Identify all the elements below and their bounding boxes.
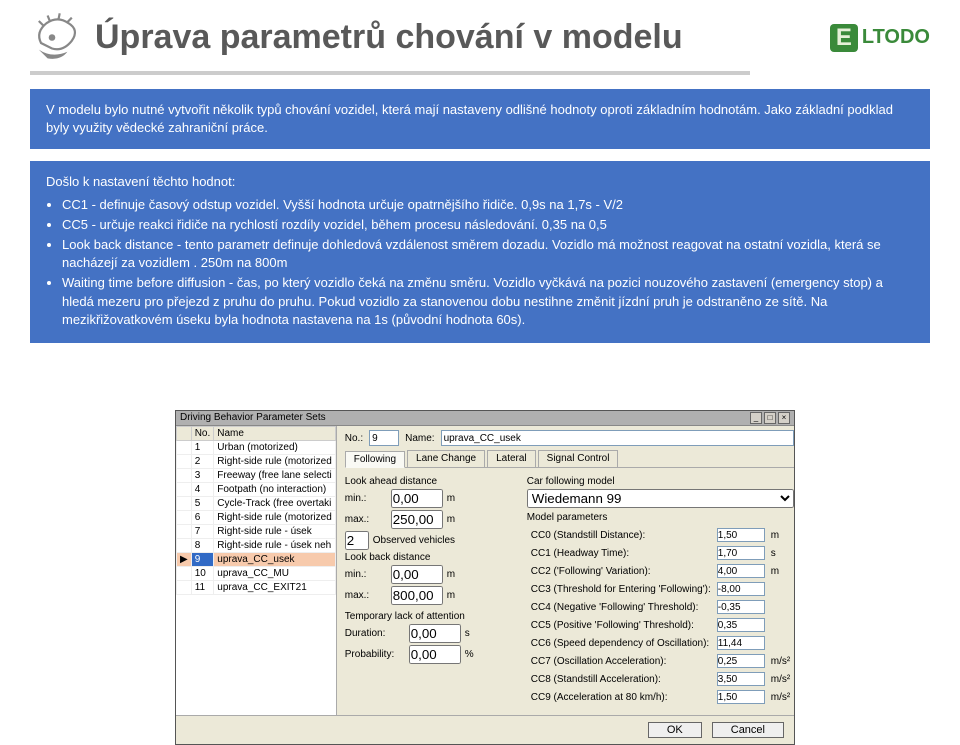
tab-signal-control[interactable]: Signal Control	[538, 450, 619, 467]
col-name[interactable]: Name	[214, 427, 336, 441]
table-row[interactable]: 6Right-side rule (motorized	[177, 511, 336, 525]
table-row[interactable]: 7Right-side rule - úsek	[177, 525, 336, 539]
mp-label: Model parameters	[527, 512, 794, 523]
name-label: Name:	[405, 433, 434, 444]
settings-item: CC1 - definuje časový odstup vozidel. Vy…	[62, 196, 914, 214]
settings-heading: Došlo k nastavení těchto hodnot:	[46, 173, 914, 191]
behavior-list[interactable]: No. Name 1Urban (motorized)2Right-side r…	[176, 426, 337, 715]
param-row: CC9 (Acceleration at 80 km/h):m/s²	[529, 689, 792, 705]
lion-logo	[30, 10, 85, 65]
table-row[interactable]: 10uprava_CC_MU	[177, 567, 336, 581]
param-input[interactable]	[717, 672, 765, 686]
dialog-title-text: Driving Behavior Parameter Sets	[180, 412, 326, 424]
settings-item: Look back distance - tento parametr defi…	[62, 236, 914, 272]
param-row: CC3 (Threshold for Entering 'Following')…	[529, 581, 792, 597]
cancel-button[interactable]: Cancel	[712, 722, 784, 738]
table-row[interactable]: ▶9uprava_CC_usek	[177, 553, 336, 567]
settings-item: Waiting time before diffusion - čas, po …	[62, 274, 914, 329]
lb-min-input[interactable]	[391, 565, 443, 584]
tab-lateral[interactable]: Lateral	[487, 450, 536, 467]
look-ahead-label: Look ahead distance	[345, 476, 515, 487]
behavior-list-body: 1Urban (motorized)2Right-side rule (moto…	[177, 441, 336, 595]
col-no[interactable]: No.	[191, 427, 214, 441]
look-back-label: Look back distance	[345, 552, 515, 563]
settings-box: Došlo k nastavení těchto hodnot: CC1 - d…	[30, 161, 930, 343]
param-input[interactable]	[717, 600, 765, 614]
no-label: No.:	[345, 433, 363, 444]
table-row[interactable]: 5Cycle-Track (free overtaki	[177, 497, 336, 511]
title-divider	[30, 71, 750, 75]
table-row[interactable]: 2Right-side rule (motorized	[177, 455, 336, 469]
param-input[interactable]	[717, 690, 765, 704]
param-row: CC0 (Standstill Distance):m	[529, 527, 792, 543]
company-logo: ELTODO	[830, 24, 930, 52]
la-min-input[interactable]	[391, 489, 443, 508]
minimize-button[interactable]: _	[750, 412, 762, 424]
maximize-button[interactable]: □	[764, 412, 776, 424]
duration-input[interactable]	[409, 624, 461, 643]
table-row[interactable]: 11uprava_CC_EXIT21	[177, 581, 336, 595]
param-input[interactable]	[717, 654, 765, 668]
page-title: Úprava parametrů chování v modelu	[95, 18, 683, 57]
no-input[interactable]	[369, 430, 399, 446]
tab-following[interactable]: Following	[345, 451, 405, 468]
dialog-titlebar[interactable]: Driving Behavior Parameter Sets _ □ ×	[176, 411, 794, 426]
cfm-label: Car following model	[527, 476, 794, 487]
param-row: CC8 (Standstill Acceleration):m/s²	[529, 671, 792, 687]
param-row: CC5 (Positive 'Following' Threshold):	[529, 617, 792, 633]
ok-button[interactable]: OK	[648, 722, 702, 738]
table-row[interactable]: 4Footpath (no interaction)	[177, 483, 336, 497]
tab-lane-change[interactable]: Lane Change	[407, 450, 485, 467]
param-row: CC4 (Negative 'Following' Threshold):	[529, 599, 792, 615]
la-max-input[interactable]	[391, 510, 443, 529]
param-row: CC6 (Speed dependency of Oscillation):	[529, 635, 792, 651]
cfm-select[interactable]: Wiedemann 99	[527, 489, 794, 508]
param-row: CC7 (Oscillation Acceleration):m/s²	[529, 653, 792, 669]
param-input[interactable]	[717, 528, 765, 542]
param-input[interactable]	[717, 582, 765, 596]
probability-input[interactable]	[409, 645, 461, 664]
table-row[interactable]: 3Freeway (free lane selecti	[177, 469, 336, 483]
tabs: Following Lane Change Lateral Signal Con…	[345, 450, 794, 468]
param-row: CC2 ('Following' Variation):m	[529, 563, 792, 579]
param-row: CC1 (Headway Time):s	[529, 545, 792, 561]
settings-list: CC1 - definuje časový odstup vozidel. Vy…	[62, 196, 914, 329]
tloa-label: Temporary lack of attention	[345, 611, 515, 622]
name-input[interactable]	[441, 430, 795, 446]
param-input[interactable]	[717, 618, 765, 632]
table-row[interactable]: 1Urban (motorized)	[177, 441, 336, 455]
settings-item: CC5 - určuje reakci řidiče na rychlostí …	[62, 216, 914, 234]
close-button[interactable]: ×	[778, 412, 790, 424]
param-input[interactable]	[717, 564, 765, 578]
table-row[interactable]: 8Right-side rule - úsek neh	[177, 539, 336, 553]
observed-input[interactable]	[345, 531, 369, 550]
driving-behavior-dialog: Driving Behavior Parameter Sets _ □ × No…	[175, 410, 795, 745]
intro-box: V modelu bylo nutné vytvořit několik typ…	[30, 89, 930, 149]
params-table: CC0 (Standstill Distance):m CC1 (Headway …	[527, 525, 794, 707]
lb-max-input[interactable]	[391, 586, 443, 605]
param-input[interactable]	[717, 546, 765, 560]
param-input[interactable]	[717, 636, 765, 650]
